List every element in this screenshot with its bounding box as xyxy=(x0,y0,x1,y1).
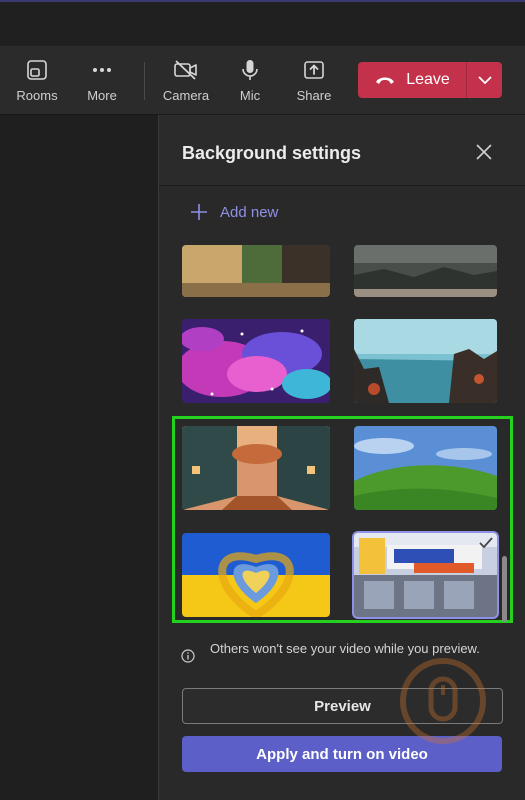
close-icon xyxy=(476,144,492,160)
leave-button[interactable]: Leave xyxy=(358,62,466,98)
mouse-watermark-icon xyxy=(400,658,486,744)
share-button[interactable]: Share xyxy=(294,46,334,114)
alien-lake-image xyxy=(354,319,497,403)
add-new-label: Add new xyxy=(220,203,279,221)
rooms-button[interactable]: Rooms xyxy=(14,46,60,114)
close-button[interactable] xyxy=(473,141,495,163)
info-icon xyxy=(181,649,195,663)
add-new-button[interactable]: Add new xyxy=(190,203,278,221)
rooms-label: Rooms xyxy=(16,87,58,103)
camera-off-icon xyxy=(174,59,197,80)
selection-highlight xyxy=(172,416,513,623)
hang-up-icon xyxy=(376,77,395,84)
more-label: More xyxy=(87,87,117,103)
rooms-icon xyxy=(27,59,47,80)
window-top-strip xyxy=(0,0,525,46)
background-thumb-desolate-landscape[interactable] xyxy=(354,245,497,297)
panel-title: Background settings xyxy=(182,143,362,163)
leave-button-group: Leave xyxy=(358,62,502,98)
background-thumb-alien-lake[interactable] xyxy=(354,319,497,403)
chevron-down-icon xyxy=(477,76,492,85)
video-stage xyxy=(0,115,159,800)
background-thumb-galaxy-nebula[interactable] xyxy=(182,319,330,403)
leave-label: Leave xyxy=(406,71,450,88)
background-thumb-fantasy-alley[interactable] xyxy=(182,245,330,297)
scrollbar[interactable] xyxy=(502,556,507,622)
fantasy-alley-image xyxy=(182,245,330,297)
share-label: Share xyxy=(296,87,332,103)
mic-icon xyxy=(242,59,258,80)
more-icon xyxy=(93,67,111,72)
window-edge xyxy=(0,0,525,2)
toolbar-divider xyxy=(144,62,145,100)
camera-label: Camera xyxy=(162,87,210,103)
background-settings-panel: Background settings Add new Others won't… xyxy=(159,115,525,800)
more-button[interactable]: More xyxy=(82,46,122,114)
mic-label: Mic xyxy=(239,87,261,103)
plus-icon xyxy=(191,204,207,220)
desolate-landscape-image xyxy=(354,245,497,297)
leave-options-button[interactable] xyxy=(467,62,502,98)
galaxy-nebula-image xyxy=(182,319,330,403)
camera-button[interactable]: Camera xyxy=(160,46,212,114)
mic-button[interactable]: Mic xyxy=(234,46,266,114)
meeting-toolbar: Rooms More Camera Mic Share Leave xyxy=(0,46,525,115)
share-icon xyxy=(304,60,324,79)
panel-header: Background settings xyxy=(159,115,525,186)
